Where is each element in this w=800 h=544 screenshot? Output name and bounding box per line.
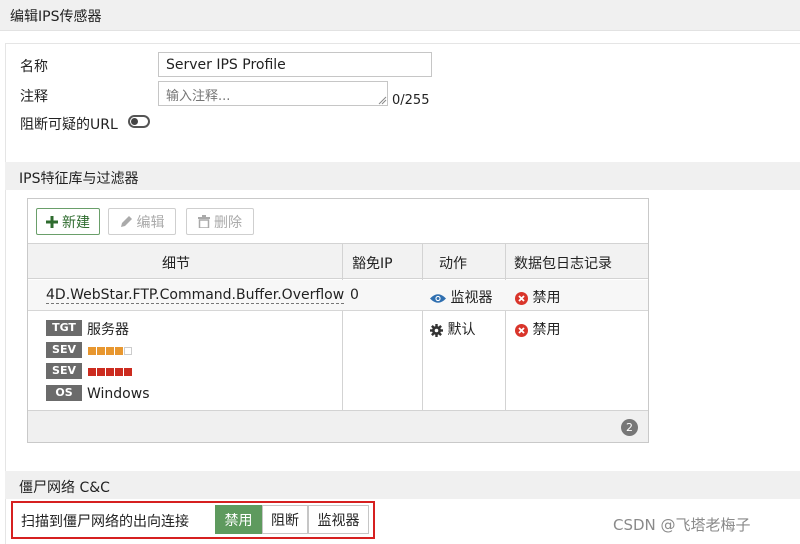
col-action-header[interactable]: 动作	[439, 253, 467, 273]
page-count-badge[interactable]: 2	[621, 419, 638, 436]
dialog-title-bar: 编辑IPS传感器	[0, 0, 800, 31]
block-url-label: 阻断可疑的URL	[20, 117, 118, 133]
comment-label: 注释	[20, 89, 48, 105]
edit-button[interactable]: 编辑	[108, 208, 176, 235]
col-packet-log-header[interactable]: 数据包日志记录	[514, 253, 612, 273]
gear-icon	[430, 323, 443, 337]
eye-icon	[430, 293, 446, 303]
botnet-option-disable[interactable]: 禁用	[215, 505, 262, 534]
pencil-icon	[120, 216, 132, 227]
severity-bar	[88, 347, 132, 355]
action-cell: 监视器	[430, 287, 492, 307]
ips-table: 新建 编辑 删除 细节 豁免IP 动作 数据包日志记录 4D.WebStar.F…	[27, 198, 649, 443]
table-row[interactable]: TGT 服务器 SEV SEV OS Windows 默认 禁用	[28, 311, 648, 410]
new-button[interactable]: 新建	[36, 208, 100, 235]
delete-button-label: 删除	[214, 214, 242, 231]
plus-icon	[46, 215, 58, 228]
botnet-option-monitor[interactable]: 监视器	[308, 505, 369, 534]
exempt-ip-value: 0	[350, 287, 359, 303]
severity-square	[115, 368, 123, 376]
name-input[interactable]	[158, 52, 432, 77]
severity-square	[88, 368, 96, 376]
table-header: 细节 豁免IP 动作 数据包日志记录	[28, 243, 648, 279]
botnet-section-header: 僵尸网络 C&C	[5, 471, 800, 499]
severity-square	[88, 347, 96, 355]
action-cell: 默认	[430, 319, 475, 339]
packet-log-value: 禁用	[532, 322, 561, 338]
severity-square	[124, 347, 132, 355]
botnet-scan-label: 扫描到僵尸网络的出向连接	[21, 514, 189, 530]
filter-tag-severity: SEV	[46, 363, 82, 379]
botnet-section-title: 僵尸网络 C&C	[19, 480, 110, 496]
disabled-x-icon	[515, 323, 528, 337]
severity-square	[106, 368, 114, 376]
packet-log-cell: 禁用	[515, 319, 560, 339]
filter-tag-severity: SEV	[46, 342, 82, 358]
col-detail-header[interactable]: 细节	[162, 253, 190, 273]
severity-square	[124, 368, 132, 376]
severity-square	[115, 347, 123, 355]
ips-toolbar: 新建 编辑 删除	[28, 199, 648, 243]
block-url-toggle[interactable]	[128, 115, 150, 128]
delete-button[interactable]: 删除	[186, 208, 254, 235]
packet-log-value: 禁用	[532, 290, 561, 306]
ips-section-header: IPS特征库与过滤器	[5, 162, 800, 190]
col-exempt-ip-header[interactable]: 豁免IP	[352, 253, 393, 273]
action-value: 监视器	[450, 290, 493, 306]
watermark: CSDN @飞塔老梅子	[613, 516, 751, 534]
dialog-title: 编辑IPS传感器	[10, 9, 102, 25]
comment-counter: 0/255	[392, 93, 430, 108]
trash-icon	[198, 215, 210, 228]
comment-textarea[interactable]	[158, 81, 388, 106]
edit-button-label: 编辑	[136, 214, 165, 231]
new-button-label: 新建	[62, 214, 90, 231]
ips-section-title: IPS特征库与过滤器	[19, 171, 139, 187]
resize-grip-icon[interactable]	[378, 96, 387, 105]
severity-square	[106, 347, 114, 355]
severity-bar	[88, 368, 132, 376]
disabled-x-icon	[515, 291, 528, 305]
filter-os-value: Windows	[87, 386, 150, 402]
severity-square	[97, 368, 105, 376]
filter-target-value: 服务器	[87, 322, 129, 338]
table-row[interactable]: 4D.WebStar.FTP.Command.Buffer.Overflow 0…	[28, 280, 648, 311]
name-label: 名称	[20, 59, 48, 75]
action-value: 默认	[447, 322, 476, 338]
severity-square	[97, 347, 105, 355]
filter-tag-os: OS	[46, 385, 82, 401]
table-footer: 2	[28, 410, 648, 442]
filter-tag-target: TGT	[46, 320, 82, 336]
signature-link[interactable]: 4D.WebStar.FTP.Command.Buffer.Overflow	[46, 287, 345, 304]
packet-log-cell: 禁用	[515, 287, 560, 307]
botnet-option-block[interactable]: 阻断	[262, 505, 308, 534]
